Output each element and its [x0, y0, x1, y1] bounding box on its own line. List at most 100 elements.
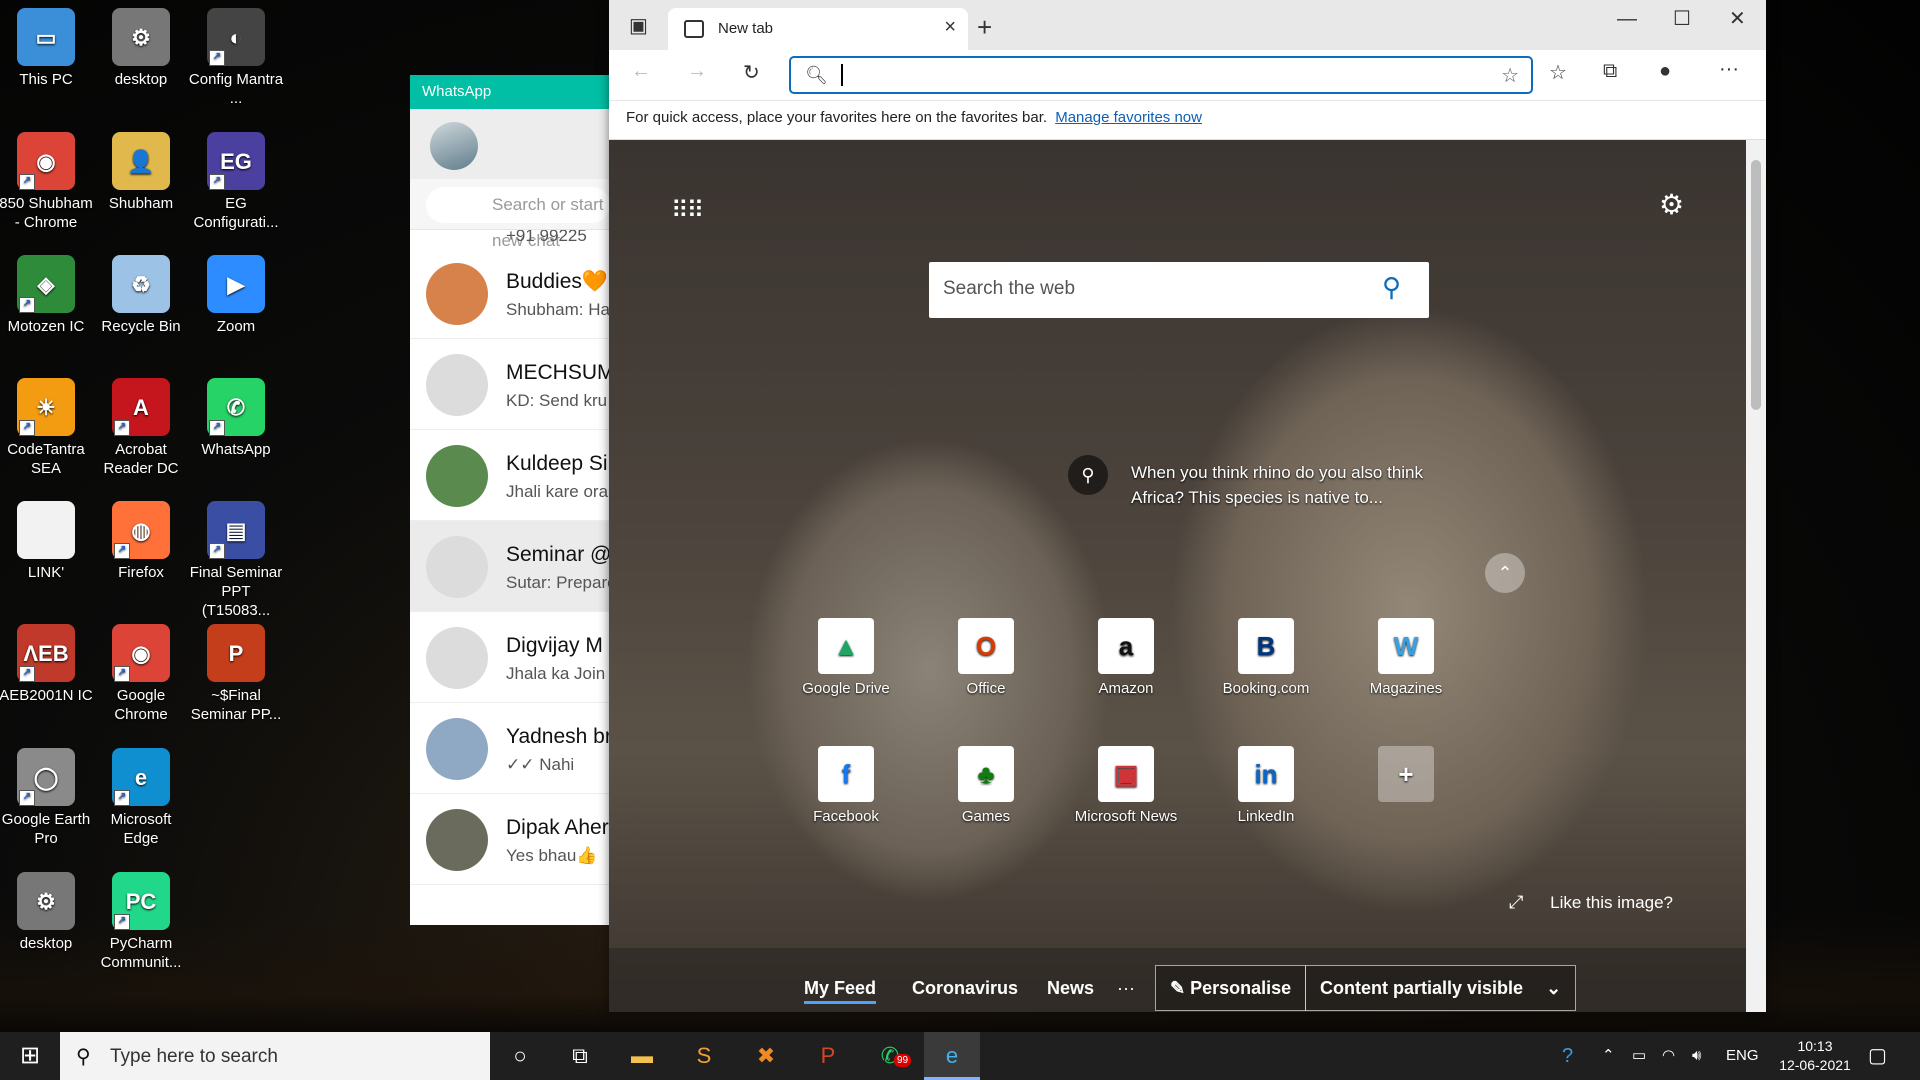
- taskbar-search[interactable]: ⚲ Type here to search: [60, 1032, 490, 1080]
- desktop-icon[interactable]: ☀ ↗ CodeTantra SEA: [0, 370, 94, 482]
- task-view-icon[interactable]: ⧉: [552, 1032, 608, 1080]
- web-search-icon[interactable]: ⚲: [1382, 272, 1401, 303]
- new-tab-button[interactable]: +: [977, 12, 992, 43]
- page-settings-icon[interactable]: ⚙: [1659, 188, 1684, 221]
- maximize-button[interactable]: ☐: [1673, 6, 1691, 31]
- tab-my-feed[interactable]: My Feed: [804, 978, 877, 1004]
- back-button[interactable]: ←: [631, 60, 651, 83]
- desktop-icon[interactable]: A ↗ Acrobat Reader DC: [93, 370, 189, 482]
- settings-more-icon[interactable]: ···: [1719, 58, 1739, 81]
- manage-favorites-link[interactable]: Manage favorites now: [1055, 109, 1202, 126]
- desktop-icon[interactable]: EG ↗ EG Configurati...: [188, 124, 284, 236]
- collections-icon[interactable]: ⧉: [1603, 60, 1617, 83]
- powerpoint-icon[interactable]: P: [800, 1032, 856, 1080]
- quick-link-tile[interactable]: in LinkedIn: [1211, 746, 1321, 836]
- web-search-box[interactable]: Search the web ⚲: [929, 262, 1429, 318]
- quick-link-tile[interactable]: B Booking.com: [1211, 618, 1321, 708]
- profile-icon[interactable]: ●: [1659, 60, 1671, 83]
- minimize-button[interactable]: —: [1617, 8, 1637, 31]
- desktop-icon[interactable]: P ~$Final Seminar PP...: [188, 616, 284, 728]
- close-tab-icon[interactable]: ×: [944, 16, 956, 39]
- scrollbar-thumb[interactable]: [1751, 160, 1761, 410]
- desktop-icon[interactable]: ▭ This PC: [0, 0, 94, 112]
- language-indicator[interactable]: ENG: [1726, 1032, 1759, 1080]
- tab-coronavirus[interactable]: Coronavirus: [912, 978, 1018, 999]
- edge-window[interactable]: ▣ New tab × + — ☐ ✕ ← → ↻ 🔍︎ ☆ ☆ ⧉ ● ···…: [609, 0, 1766, 1012]
- like-image[interactable]: ⤢ Like this image?: [1509, 892, 1673, 913]
- desktop-icon[interactable]: ◐ ↗ Config Mantra ...: [188, 0, 284, 112]
- quick-link-tile[interactable]: ▣ Microsoft News: [1071, 746, 1181, 836]
- more-tabs-icon[interactable]: ···: [1117, 978, 1135, 999]
- notification-center-icon[interactable]: ▢: [1868, 1032, 1887, 1080]
- partial-chat-text: +91 99225 40: [506, 230, 587, 248]
- search-icon: 🔍︎: [805, 65, 828, 85]
- wifi-icon[interactable]: ◠: [1662, 1032, 1675, 1080]
- whatsapp-window[interactable]: WhatsApp 🔍︎ Search or start new chat +91…: [410, 75, 610, 925]
- desktop-icon[interactable]: e ↗ Microsoft Edge: [93, 740, 189, 852]
- address-bar[interactable]: 🔍︎ ☆: [789, 56, 1533, 94]
- refresh-button[interactable]: ↻: [743, 60, 760, 85]
- file-explorer-icon[interactable]: ▬: [614, 1032, 670, 1080]
- quick-link-tile[interactable]: a Amazon: [1071, 618, 1181, 708]
- quick-link-tile[interactable]: f Facebook: [791, 746, 901, 836]
- page-scrollbar[interactable]: [1746, 140, 1766, 1012]
- desktop-icon[interactable]: ΛΕΒ ↗ AEB2001N IC: [0, 616, 94, 728]
- chat-list-item[interactable]: Dipak Aher Yes bhau👍: [410, 794, 610, 885]
- collapse-links-button[interactable]: ⌃: [1485, 553, 1525, 593]
- personalise-button[interactable]: ✎ Personalise: [1155, 965, 1307, 1011]
- image-info-icon[interactable]: ⚲: [1068, 455, 1108, 495]
- desktop-icon[interactable]: ◉ ↗ Google Chrome: [93, 616, 189, 728]
- edge-taskbar-icon[interactable]: e: [924, 1032, 980, 1080]
- chat-list-item[interactable]: MECHSUM KD: Send kru: [410, 339, 610, 430]
- battery-icon[interactable]: ▭: [1632, 1032, 1646, 1080]
- chat-list-item[interactable]: Digvijay M Jhala ka Join: [410, 612, 610, 703]
- quick-link-tile[interactable]: O Office: [931, 618, 1041, 708]
- start-button[interactable]: ⊞: [0, 1032, 60, 1080]
- desktop-icon[interactable]: ◈ ↗ Motozen IC: [0, 247, 94, 359]
- quick-link-tile[interactable]: ▲ Google Drive: [791, 618, 901, 708]
- app-launcher-icon[interactable]: ⠿⠿: [671, 196, 704, 225]
- shortcut-arrow-icon: ↗: [114, 666, 130, 682]
- desktop-icon-label: WhatsApp: [201, 441, 271, 458]
- desktop-icon[interactable]: LINK': [0, 493, 94, 605]
- add-quick-link-button[interactable]: +: [1351, 746, 1461, 836]
- desktop-icon-label: Microsoft Edge: [110, 811, 172, 847]
- close-window-button[interactable]: ✕: [1729, 6, 1746, 31]
- forward-button[interactable]: →: [687, 60, 707, 83]
- chat-list-item[interactable]: Yadnesh br ✓✓ Nahi: [410, 703, 610, 794]
- cortana-icon[interactable]: ○: [492, 1032, 548, 1080]
- desktop-icon[interactable]: ⚙ desktop: [93, 0, 189, 112]
- show-hidden-icons-icon[interactable]: ⌃: [1602, 1032, 1615, 1080]
- image-info-text[interactable]: When you think rhino do you also think A…: [1131, 460, 1471, 510]
- chat-search-input[interactable]: Search or start new chat: [426, 187, 610, 250]
- tab-new-tab[interactable]: New tab ×: [668, 8, 968, 50]
- sublime-text-icon[interactable]: S: [676, 1032, 732, 1080]
- tab-news[interactable]: News: [1047, 978, 1094, 999]
- chat-list-item[interactable]: Seminar @ Sutar: Prepare: [410, 521, 610, 612]
- favorites-icon[interactable]: ☆: [1549, 60, 1567, 85]
- add-favorite-icon[interactable]: ☆: [1501, 63, 1519, 88]
- help-icon[interactable]: ?: [1562, 1032, 1573, 1080]
- quick-link-tile[interactable]: W Magazines: [1351, 618, 1461, 708]
- desktop-icon[interactable]: PC ↗ PyCharm Communit...: [93, 864, 189, 976]
- partial-chat-row[interactable]: +91 99225 40: [410, 230, 610, 248]
- tab-actions-icon[interactable]: ▣: [629, 13, 648, 38]
- xampp-icon[interactable]: ✖: [738, 1032, 794, 1080]
- chat-list-item[interactable]: Kuldeep Si Jhali kare ora: [410, 430, 610, 521]
- volume-icon[interactable]: 🔊︎: [1692, 1032, 1701, 1080]
- desktop-icon[interactable]: ♻ Recycle Bin: [93, 247, 189, 359]
- whatsapp-taskbar-icon[interactable]: ✆ 99: [862, 1032, 918, 1080]
- quick-link-tile[interactable]: ♣ Games: [931, 746, 1041, 836]
- desktop-icon[interactable]: 👤 Shubham: [93, 124, 189, 236]
- desktop-icon[interactable]: ◉ ↗ 850 Shubham - Chrome: [0, 124, 94, 236]
- profile-avatar[interactable]: [430, 122, 478, 170]
- desktop-icon[interactable]: ⚙ desktop: [0, 864, 94, 976]
- desktop-icon[interactable]: ▤ ↗ Final Seminar PPT (T15083...: [188, 493, 284, 619]
- chat-list-item[interactable]: Buddies🧡 Shubham: Ha: [410, 248, 610, 339]
- desktop-icon[interactable]: ◍ ↗ Firefox: [93, 493, 189, 605]
- clock[interactable]: 10:13 12-06-2021: [1770, 1037, 1860, 1075]
- desktop-icon[interactable]: ▶ Zoom: [188, 247, 284, 359]
- desktop-icon[interactable]: ✆ ↗ WhatsApp: [188, 370, 284, 482]
- content-visibility-dropdown[interactable]: Content partially visible ⌄: [1305, 965, 1577, 1011]
- desktop-icon[interactable]: ◯ ↗ Google Earth Pro: [0, 740, 94, 852]
